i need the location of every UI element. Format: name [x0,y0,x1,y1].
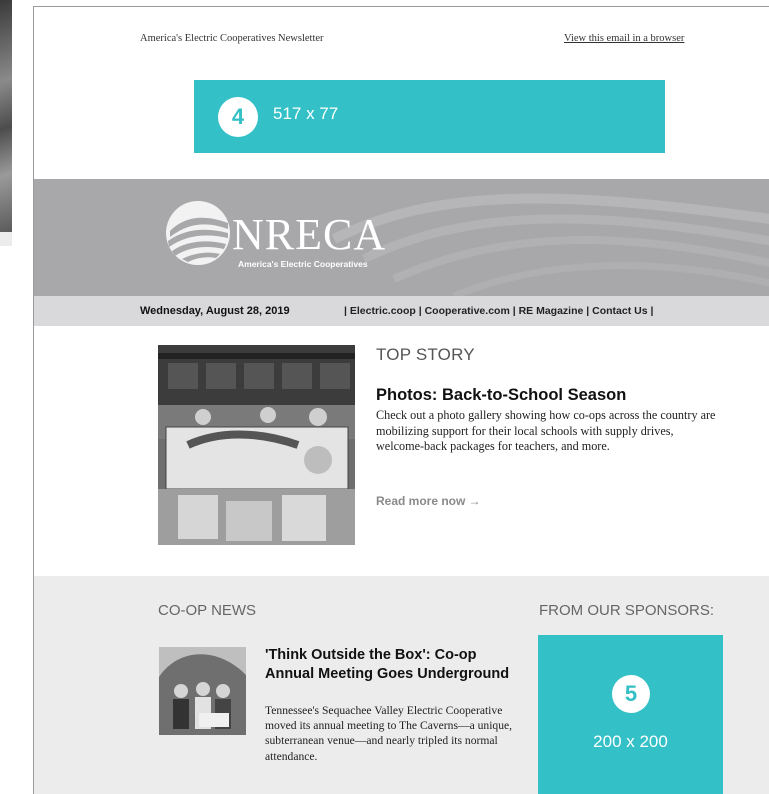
ad-size-label: 200 x 200 [593,732,668,751]
top-story-body: Check out a photo gallery showing how co… [376,408,716,454]
sponsor-ad-placeholder[interactable]: 5 200 x 200 [538,635,723,794]
lower-section: CO-OP NEWS FROM OUR SPONSORS: 'Think Out… [34,576,769,794]
coop-news-label: CO-OP NEWS [158,602,257,619]
ad-number-badge: 5 [612,675,650,713]
top-ad-placeholder[interactable]: 4 517 x 77 [194,80,665,153]
email-newsletter: America's Electric Cooperatives Newslett… [33,6,769,794]
ad-size-label: 517 x 77 [273,104,339,123]
adjacent-image-edge [0,0,12,232]
adjacent-panel-edge [0,232,12,246]
view-in-browser-link[interactable]: View this email in a browser [564,33,684,44]
date-and-links-bar: Wednesday, August 28, 2019 | Electric.co… [34,296,769,326]
newsletter-name: America's Electric Cooperatives Newslett… [140,33,324,44]
link-re-magazine[interactable]: RE Magazine [519,305,584,317]
link-cooperative-com[interactable]: Cooperative.com [425,305,510,317]
coop-news-body: Tennessee's Sequachee Valley Electric Co… [265,704,513,763]
sponsors-label: FROM OUR SPONSORS: [539,602,715,619]
link-electric-coop[interactable]: Electric.coop [350,305,416,317]
read-more-link[interactable]: Read more now → [376,494,481,508]
top-story-title[interactable]: Photos: Back-to-School Season [376,386,626,405]
nreca-logo-text: NRECA [232,210,387,259]
top-story-label: TOP STORY [376,345,475,364]
banner-waves [331,193,769,296]
nreca-tagline: America's Electric Cooperatives [238,259,368,269]
issue-date: Wednesday, August 28, 2019 [140,305,290,317]
ad-number-badge: 4 [218,97,258,137]
nreca-globe-icon [166,201,230,265]
header-links: | Electric.coop | Cooperative.com | RE M… [344,305,654,317]
header-banner: NRECA America's Electric Cooperatives [34,179,769,296]
top-story-photo[interactable] [158,345,355,545]
link-contact-us[interactable]: Contact Us [592,305,647,317]
coop-news-photo[interactable] [159,647,246,735]
coop-news-title[interactable]: 'Think Outside the Box': Co-op Annual Me… [265,646,515,683]
